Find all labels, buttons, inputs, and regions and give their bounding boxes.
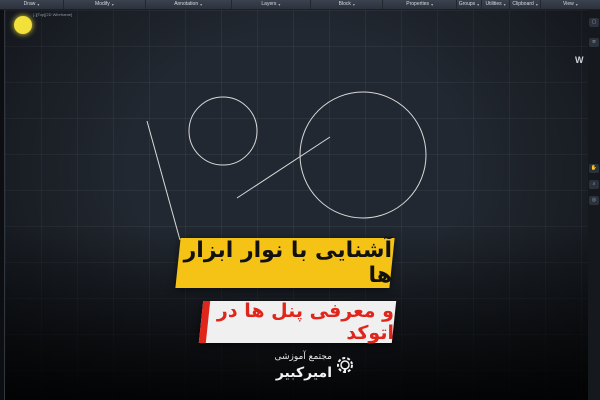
logo-line1: مجتمع آموزشی — [274, 352, 332, 362]
large-circle — [299, 91, 427, 219]
cursor-highlight — [14, 16, 32, 34]
navigation-bar: ▢ ≡ ✋ ⌕ ◎ — [588, 10, 600, 400]
subtitle-text: و معرفی پنل ها در اتوکد — [216, 300, 394, 344]
logo-line2: امیرکبیر — [275, 365, 332, 381]
orbit-icon[interactable]: ◎ — [589, 196, 599, 205]
brand-logo: مجتمع آموزشی امیرکبیر — [256, 350, 356, 390]
nav-icon[interactable]: ≡ — [589, 38, 599, 47]
nav-icon[interactable]: ▢ — [589, 18, 599, 27]
gear-bulb-icon — [337, 357, 353, 373]
diagonal-line-center — [236, 136, 331, 199]
viewcube-west-label[interactable]: W — [575, 55, 584, 65]
pan-icon[interactable]: ✋ — [589, 164, 599, 173]
subtitle-banner: و معرفی پنل ها در اتوکد — [198, 300, 397, 344]
title-banner: آشنایی با نوار ابزار ها — [175, 238, 395, 288]
zoom-icon[interactable]: ⌕ — [589, 180, 599, 189]
small-circle — [188, 96, 258, 166]
title-text: آشنایی با نوار ابزار ها — [183, 238, 392, 288]
diagonal-line-left — [146, 120, 181, 241]
